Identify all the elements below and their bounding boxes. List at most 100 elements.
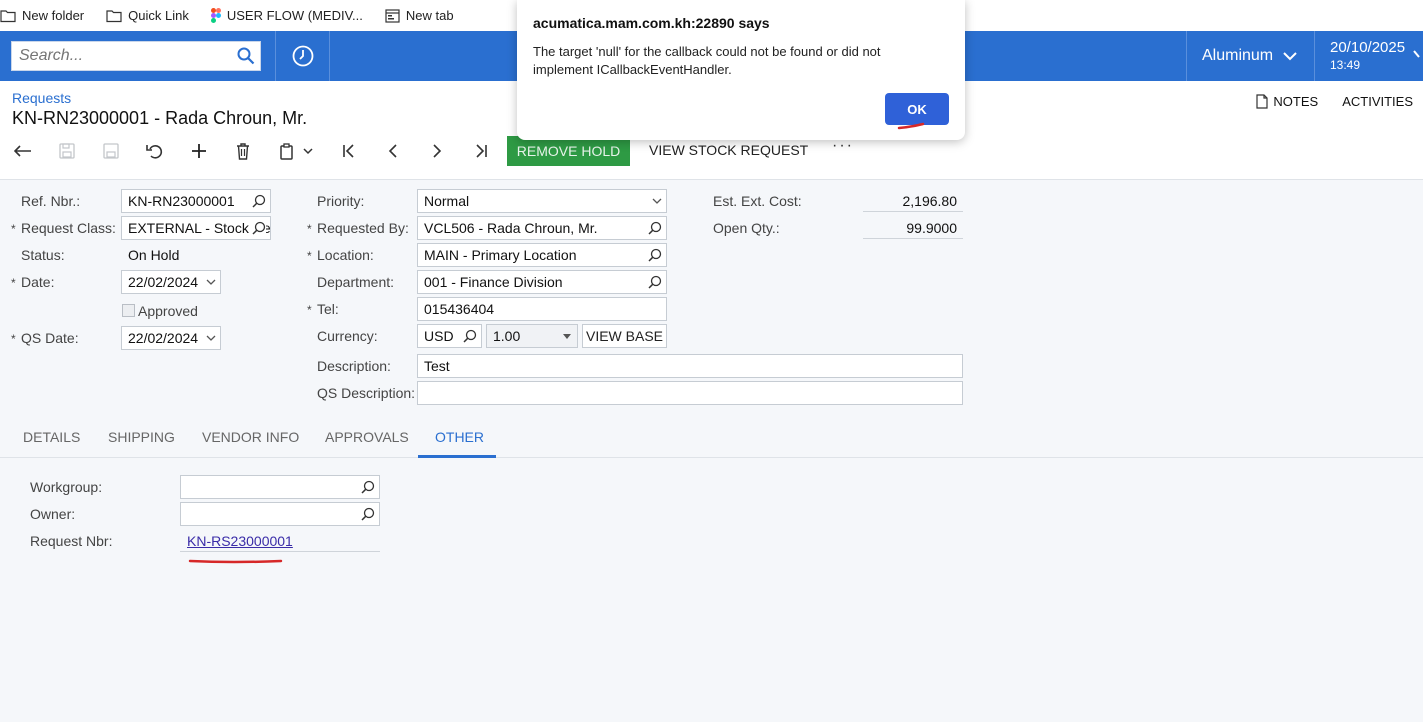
currency-rate-value: 1.00: [493, 328, 521, 344]
location-field[interactable]: MAIN - Primary Location: [417, 243, 667, 267]
remove-hold-button[interactable]: REMOVE HOLD: [507, 136, 630, 166]
alert-dialog: acumatica.mam.com.kh:22890 says The targ…: [517, 0, 965, 140]
tel-label: Tel:: [317, 301, 339, 317]
first-record-button[interactable]: [334, 136, 364, 166]
history-button[interactable]: [276, 31, 330, 81]
date-time-widget[interactable]: 20/10/2025 13:49: [1330, 39, 1405, 72]
search-icon[interactable]: [463, 329, 477, 343]
search-icon[interactable]: [252, 194, 266, 208]
date-value: 22/02/2024: [128, 274, 199, 290]
search-icon[interactable]: [648, 221, 662, 235]
activities-button[interactable]: ACTIVITIES: [1342, 94, 1413, 109]
tab-details[interactable]: DETAILS: [23, 429, 80, 445]
currency-field[interactable]: USD: [417, 324, 482, 348]
bookmark-quick-link[interactable]: Quick Link: [106, 8, 189, 23]
chevron-down-icon[interactable]: [206, 279, 216, 286]
save-button[interactable]: [96, 136, 126, 166]
breadcrumb[interactable]: Requests: [12, 90, 71, 106]
requested-by-field[interactable]: VCL506 - Rada Chroun, Mr.: [417, 216, 667, 240]
chevron-down-icon[interactable]: [206, 335, 216, 342]
chevron-down-icon[interactable]: [1413, 50, 1423, 59]
last-icon: [476, 144, 487, 158]
theme-selector[interactable]: Aluminum: [1187, 31, 1314, 81]
notes-button[interactable]: NOTES: [1256, 94, 1318, 109]
tab-approvals[interactable]: APPROVALS: [325, 429, 409, 445]
view-base-button[interactable]: VIEW BASE: [582, 324, 667, 348]
back-button[interactable]: [8, 136, 38, 166]
date-label: Date:: [21, 274, 55, 290]
workgroup-field[interactable]: [180, 475, 380, 499]
ref-nbr-label: Ref. Nbr.:: [21, 193, 81, 209]
priority-value: Normal: [424, 193, 470, 209]
ref-nbr-field[interactable]: KN-RN23000001: [121, 189, 271, 213]
search-icon[interactable]: [361, 507, 375, 521]
last-record-button[interactable]: [466, 136, 496, 166]
request-nbr-link[interactable]: KN-RS23000001: [187, 533, 293, 549]
qs-description-field[interactable]: [417, 381, 963, 405]
department-label: Department:: [317, 274, 395, 290]
tab-vendor-info[interactable]: VENDOR INFO: [202, 429, 299, 445]
tel-field[interactable]: 015436404: [417, 297, 667, 321]
save-close-button[interactable]: [52, 136, 82, 166]
search-icon[interactable]: [361, 480, 375, 494]
main-content: Requests KN-RN23000001 - Rada Chroun, Mr…: [0, 81, 1423, 722]
search-icon[interactable]: [252, 221, 266, 235]
bookmark-label: New tab: [405, 8, 454, 23]
approved-checkbox[interactable]: [122, 304, 135, 317]
required-marker: *: [11, 332, 16, 346]
bookmark-new-folder[interactable]: New folder: [0, 8, 84, 23]
required-marker: *: [307, 222, 312, 236]
qs-description-label: QS Description:: [317, 385, 416, 401]
qs-date-value: 22/02/2024: [128, 330, 199, 346]
new-tab-icon: [385, 8, 400, 23]
search-input[interactable]: [12, 42, 232, 70]
save-close-icon: [59, 143, 75, 159]
plus-icon: [192, 144, 206, 158]
currency-rate-field[interactable]: 1.00: [486, 324, 578, 348]
current-date: 20/10/2025: [1330, 39, 1406, 56]
search-icon[interactable]: [648, 275, 662, 289]
owner-label: Owner:: [30, 506, 76, 522]
undo-button[interactable]: [140, 136, 170, 166]
owner-field[interactable]: [180, 502, 380, 526]
request-class-field[interactable]: EXTERNAL - Stock Request: [121, 216, 271, 240]
requested-by-label: Requested By:: [317, 220, 409, 236]
request-class-label: Request Class:: [21, 220, 116, 236]
priority-select[interactable]: Normal: [417, 189, 667, 213]
tel-value: 015436404: [424, 301, 495, 317]
next-record-button[interactable]: [422, 136, 452, 166]
red-annotation-mark: [897, 122, 925, 130]
note-icon: [1256, 94, 1269, 109]
tab-other[interactable]: OTHER: [435, 429, 484, 445]
location-label: Location:: [317, 247, 374, 263]
qs-date-field[interactable]: 22/02/2024: [121, 326, 221, 350]
add-button[interactable]: [184, 136, 214, 166]
search-icon[interactable]: [237, 47, 255, 65]
dialog-message: The target 'null' for the callback could…: [533, 44, 881, 77]
est-ext-cost-value: 2,196.80: [863, 190, 963, 212]
open-qty-value: 99.9000: [863, 217, 963, 239]
tab-shipping[interactable]: SHIPPING: [108, 429, 175, 445]
bookmark-new-tab[interactable]: New tab: [385, 8, 454, 23]
date-field[interactable]: 22/02/2024: [121, 270, 221, 294]
copy-paste-button[interactable]: [272, 136, 320, 166]
bookmark-label: Quick Link: [128, 8, 189, 23]
ok-button[interactable]: OK: [885, 93, 949, 125]
currency-label: Currency:: [317, 328, 378, 344]
est-ext-cost-label: Est. Ext. Cost:: [713, 193, 802, 209]
search-icon[interactable]: [648, 248, 662, 262]
folder-icon: [106, 9, 122, 22]
bookmark-user-flow[interactable]: USER FLOW (MEDIV...: [210, 8, 363, 23]
previous-record-button[interactable]: [378, 136, 408, 166]
page-links: NOTES ACTIVITIES: [1256, 94, 1413, 109]
toolbar: REMOVE HOLD VIEW STOCK REQUEST ···: [0, 136, 1423, 166]
department-field[interactable]: 001 - Finance Division: [417, 270, 667, 294]
page-title: KN-RN23000001 - Rada Chroun, Mr.: [12, 108, 308, 128]
view-stock-request-button[interactable]: VIEW STOCK REQUEST: [649, 142, 808, 158]
caret-down-icon: [563, 334, 571, 339]
form-area: Ref. Nbr.: KN-RN23000001 * Request Class…: [0, 179, 1423, 722]
description-field[interactable]: Test: [417, 354, 963, 378]
required-marker: *: [307, 303, 312, 317]
delete-button[interactable]: [228, 136, 258, 166]
chevron-down-icon: [1283, 51, 1297, 60]
